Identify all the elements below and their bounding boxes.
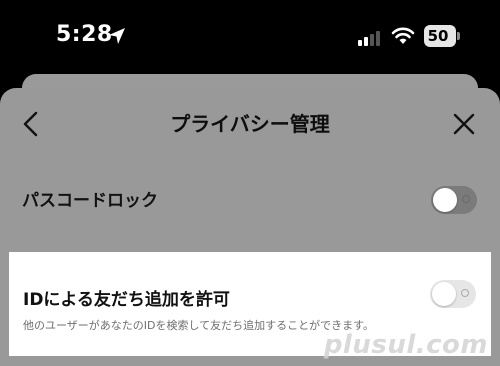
battery-nub	[457, 32, 460, 40]
battery-level: 50	[427, 27, 449, 45]
watermark: plusul.com	[323, 330, 488, 360]
allow-add-by-id-toggle[interactable]	[430, 280, 476, 308]
cellular-signal-icon	[358, 31, 380, 46]
toggle-knob	[432, 282, 456, 306]
toggle-off-indicator-icon	[462, 195, 470, 203]
passcode-lock-toggle[interactable]	[431, 186, 477, 214]
close-icon[interactable]	[448, 108, 480, 140]
passcode-lock-label: パスコードロック	[22, 191, 158, 211]
wifi-icon	[391, 27, 415, 44]
status-time: 5:28	[56, 22, 113, 47]
toggle-knob	[433, 188, 457, 212]
allow-add-by-id-description: 他のユーザーがあなたのIDを検索して友だち追加することができます。	[23, 319, 375, 332]
status-bar: 5:28 50	[0, 0, 500, 80]
battery-icon: 50	[424, 25, 456, 47]
allow-add-by-id-label: IDによる友だち追加を許可	[23, 290, 230, 310]
page-title: プライバシー管理	[170, 112, 330, 136]
location-arrow-icon	[109, 28, 125, 44]
toggle-off-indicator-icon	[461, 289, 469, 297]
